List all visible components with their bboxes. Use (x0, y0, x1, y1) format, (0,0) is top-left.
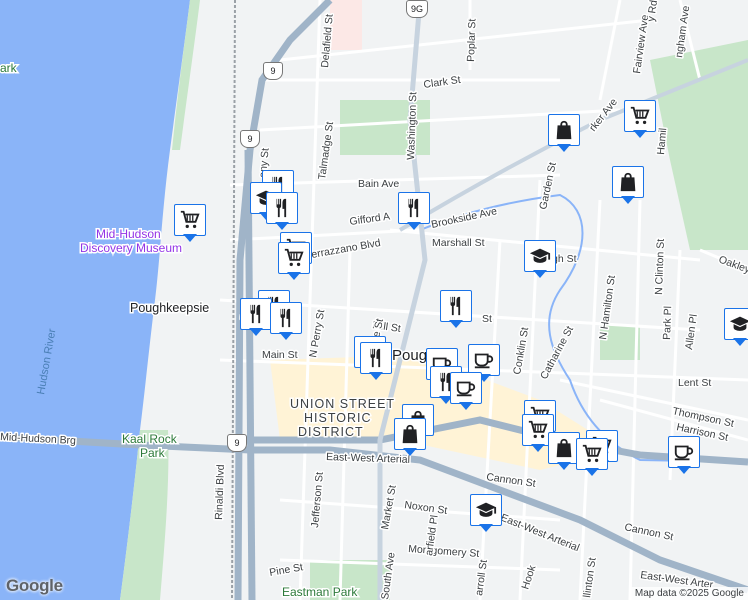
restaurant-marker[interactable] (240, 298, 272, 338)
restaurant-marker[interactable] (440, 290, 472, 330)
shopping-cart-marker[interactable] (278, 242, 310, 282)
n-clinton-st-label: N Clinton St (653, 239, 667, 295)
st-fragment-label: St (482, 313, 492, 325)
marker-pointer (677, 466, 691, 474)
google-logo: Google (6, 576, 63, 595)
rinaldi-blvd-label: Rinaldi Blvd (213, 464, 227, 520)
restaurant-icon (360, 342, 392, 374)
main-st-label: Main St (262, 349, 298, 361)
district-label-2: HISTORIC (304, 411, 372, 425)
marker-pointer (585, 468, 599, 476)
shopping-cart-icon (576, 438, 608, 470)
marker-pointer (279, 332, 293, 340)
map-attribution[interactable]: Map data ©2025 Google (630, 587, 748, 600)
coffee-marker[interactable] (450, 372, 482, 412)
marker-pointer (249, 328, 263, 336)
school-icon (470, 494, 502, 526)
restaurant-icon (398, 192, 430, 224)
restaurant-marker[interactable] (398, 192, 430, 232)
shopping-cart-icon (624, 100, 656, 132)
shopping-cart-marker[interactable] (624, 100, 656, 140)
shopping-bag-icon (548, 114, 580, 146)
museum-label-1: Mid-Hudson (96, 227, 161, 241)
shopping-bag-marker[interactable] (612, 166, 644, 206)
shopping-bag-icon (394, 418, 426, 450)
shopping-cart-icon (174, 204, 206, 236)
restaurant-icon (440, 290, 472, 322)
marker-pointer (403, 448, 417, 456)
eastman-park-label: Eastman Park (282, 585, 358, 599)
shopping-bag-marker[interactable] (394, 418, 426, 458)
bain-ave-label: Bain Ave (358, 178, 399, 190)
marker-pointer (287, 272, 301, 280)
coffee-marker[interactable] (668, 436, 700, 476)
marshall-st-label: Marshall St (432, 237, 485, 249)
kaal-rock-label-1: Kaal Rock (122, 432, 178, 446)
marker-pointer (733, 338, 747, 346)
shopping-cart-marker[interactable] (174, 204, 206, 244)
school-marker[interactable] (724, 308, 748, 348)
route-9-shield: 9 (263, 62, 283, 80)
marker-pointer (533, 270, 547, 278)
hamilton-partial-label: Hamil (655, 127, 669, 155)
shopping-bag-marker[interactable] (548, 114, 580, 154)
washington-st-label: Washington St (405, 92, 419, 160)
restaurant-icon (266, 192, 298, 224)
marker-pointer (479, 524, 493, 532)
school-icon (724, 308, 748, 340)
marker-pointer (275, 222, 289, 230)
district-label-3: DISTRICT (298, 425, 364, 439)
marker-pointer (449, 320, 463, 328)
museum-label-2: Discovery Museum (80, 241, 182, 255)
shopping-cart-marker[interactable] (576, 438, 608, 478)
route-9g-shield: 9G (406, 0, 428, 18)
school-icon (524, 240, 556, 272)
school-marker[interactable] (470, 494, 502, 534)
marker-pointer (621, 196, 635, 204)
restaurant-marker[interactable] (270, 302, 302, 342)
map-canvas[interactable]: Hudson River Washington St Poplar St Cla… (0, 0, 748, 600)
station-label: Poughkeepsie (130, 301, 209, 315)
marker-pointer (183, 234, 197, 242)
restaurant-marker[interactable] (266, 192, 298, 232)
marker-pointer (531, 444, 545, 452)
shopping-cart-icon (278, 242, 310, 274)
coffee-icon (450, 372, 482, 404)
poplar-st-label: Poplar St (465, 18, 479, 62)
marker-pointer (557, 144, 571, 152)
marker-pointer (459, 402, 473, 410)
kaal-rock-label-2: Park (140, 446, 166, 460)
lent-st-label: Lent St (678, 377, 711, 389)
school-marker[interactable] (524, 240, 556, 280)
restaurant-marker[interactable] (360, 342, 392, 382)
route-9-shield: 9 (240, 130, 260, 148)
marker-pointer (633, 130, 647, 138)
coffee-icon (668, 436, 700, 468)
park-partial-label: ark (0, 61, 18, 75)
marker-pointer (407, 222, 421, 230)
park-pl-label: Park Pl (661, 306, 674, 340)
restaurant-icon (240, 298, 272, 330)
marker-pointer (557, 462, 571, 470)
route-9-shield: 9 (227, 434, 247, 452)
district-label-1: UNION STREET (290, 397, 395, 411)
restaurant-icon (270, 302, 302, 334)
shopping-bag-icon (612, 166, 644, 198)
marker-pointer (369, 372, 383, 380)
campus-area (330, 0, 362, 50)
